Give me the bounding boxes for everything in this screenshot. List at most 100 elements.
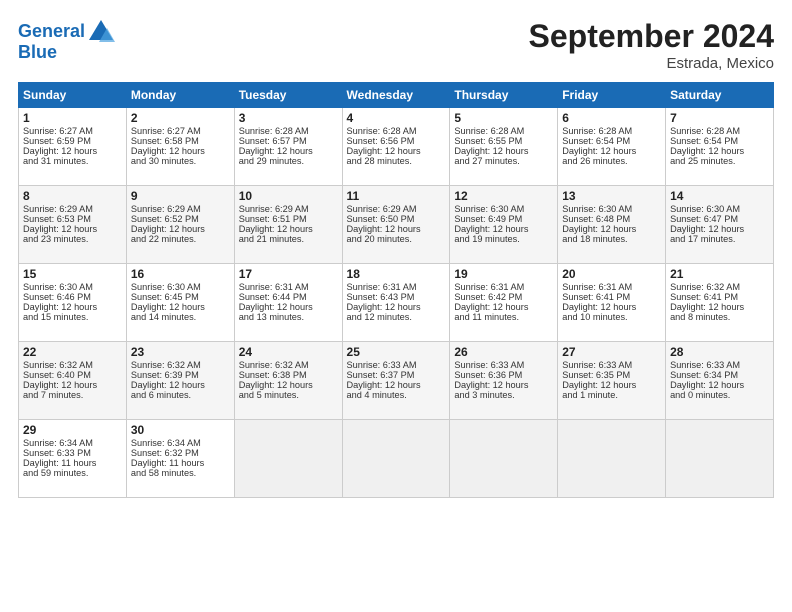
calendar-cell: 14Sunrise: 6:30 AMSunset: 6:47 PMDayligh… bbox=[666, 186, 774, 264]
day-number: 25 bbox=[347, 345, 446, 359]
day-detail: and 17 minutes. bbox=[670, 234, 769, 244]
header: General Blue September 2024 Estrada, Mex… bbox=[18, 18, 774, 72]
day-detail: Sunrise: 6:27 AM bbox=[23, 126, 122, 136]
day-number: 5 bbox=[454, 111, 553, 125]
day-detail: Sunrise: 6:30 AM bbox=[454, 204, 553, 214]
calendar-cell: 12Sunrise: 6:30 AMSunset: 6:49 PMDayligh… bbox=[450, 186, 558, 264]
day-detail: Sunset: 6:47 PM bbox=[670, 214, 769, 224]
day-detail: Daylight: 12 hours bbox=[23, 224, 122, 234]
day-detail: Daylight: 12 hours bbox=[239, 380, 338, 390]
day-number: 20 bbox=[562, 267, 661, 281]
day-detail: Sunrise: 6:32 AM bbox=[670, 282, 769, 292]
day-number: 1 bbox=[23, 111, 122, 125]
day-detail: Daylight: 12 hours bbox=[131, 224, 230, 234]
day-detail: Daylight: 12 hours bbox=[347, 224, 446, 234]
calendar: SundayMondayTuesdayWednesdayThursdayFrid… bbox=[18, 82, 774, 498]
day-detail: and 3 minutes. bbox=[454, 390, 553, 400]
day-detail: and 6 minutes. bbox=[131, 390, 230, 400]
day-number: 23 bbox=[131, 345, 230, 359]
page: General Blue September 2024 Estrada, Mex… bbox=[0, 0, 792, 612]
weekday-header-row: SundayMondayTuesdayWednesdayThursdayFrid… bbox=[19, 83, 774, 108]
day-number: 21 bbox=[670, 267, 769, 281]
calendar-cell: 9Sunrise: 6:29 AMSunset: 6:52 PMDaylight… bbox=[126, 186, 234, 264]
calendar-cell: 24Sunrise: 6:32 AMSunset: 6:38 PMDayligh… bbox=[234, 342, 342, 420]
day-detail: and 19 minutes. bbox=[454, 234, 553, 244]
day-detail: Sunrise: 6:28 AM bbox=[239, 126, 338, 136]
calendar-cell: 27Sunrise: 6:33 AMSunset: 6:35 PMDayligh… bbox=[558, 342, 666, 420]
day-number: 27 bbox=[562, 345, 661, 359]
day-detail: Sunset: 6:41 PM bbox=[670, 292, 769, 302]
calendar-cell bbox=[450, 420, 558, 498]
calendar-cell: 3Sunrise: 6:28 AMSunset: 6:57 PMDaylight… bbox=[234, 108, 342, 186]
calendar-cell: 21Sunrise: 6:32 AMSunset: 6:41 PMDayligh… bbox=[666, 264, 774, 342]
weekday-friday: Friday bbox=[558, 83, 666, 108]
day-detail: Daylight: 12 hours bbox=[347, 380, 446, 390]
day-detail: and 25 minutes. bbox=[670, 156, 769, 166]
day-detail: Sunrise: 6:30 AM bbox=[670, 204, 769, 214]
day-detail: and 10 minutes. bbox=[562, 312, 661, 322]
week-row-1: 1Sunrise: 6:27 AMSunset: 6:59 PM Daylight… bbox=[19, 108, 774, 186]
weekday-saturday: Saturday bbox=[666, 83, 774, 108]
day-detail: Sunset: 6:44 PM bbox=[239, 292, 338, 302]
day-detail: Sunset: 6:37 PM bbox=[347, 370, 446, 380]
day-detail: and 15 minutes. bbox=[23, 312, 122, 322]
calendar-cell: 20Sunrise: 6:31 AMSunset: 6:41 PMDayligh… bbox=[558, 264, 666, 342]
calendar-cell: 26Sunrise: 6:33 AMSunset: 6:36 PMDayligh… bbox=[450, 342, 558, 420]
day-detail: and 59 minutes. bbox=[23, 468, 122, 478]
day-detail: and 22 minutes. bbox=[131, 234, 230, 244]
week-row-2: 8Sunrise: 6:29 AMSunset: 6:53 PMDaylight… bbox=[19, 186, 774, 264]
day-detail: Daylight: 12 hours bbox=[670, 380, 769, 390]
day-detail: Sunrise: 6:33 AM bbox=[670, 360, 769, 370]
day-number: 22 bbox=[23, 345, 122, 359]
day-detail: and 23 minutes. bbox=[23, 234, 122, 244]
day-detail: and 1 minute. bbox=[562, 390, 661, 400]
day-detail: Sunset: 6:52 PM bbox=[131, 214, 230, 224]
day-detail: and 31 minutes. bbox=[23, 156, 122, 166]
day-detail: Sunrise: 6:32 AM bbox=[239, 360, 338, 370]
day-number: 13 bbox=[562, 189, 661, 203]
day-number: 17 bbox=[239, 267, 338, 281]
day-detail: Sunset: 6:51 PM bbox=[239, 214, 338, 224]
day-detail: Sunrise: 6:30 AM bbox=[562, 204, 661, 214]
day-detail: Daylight: 11 hours bbox=[131, 458, 230, 468]
day-detail: and 29 minutes. bbox=[239, 156, 338, 166]
day-number: 29 bbox=[23, 423, 122, 437]
day-detail: Sunrise: 6:28 AM bbox=[454, 126, 553, 136]
day-detail: and 0 minutes. bbox=[670, 390, 769, 400]
day-detail: Daylight: 12 hours bbox=[239, 146, 338, 156]
day-number: 6 bbox=[562, 111, 661, 125]
day-number: 11 bbox=[347, 189, 446, 203]
day-number: 18 bbox=[347, 267, 446, 281]
day-detail: Daylight: 12 hours bbox=[454, 302, 553, 312]
day-detail: Daylight: 12 hours bbox=[347, 302, 446, 312]
day-detail: Sunset: 6:35 PM bbox=[562, 370, 661, 380]
logo: General Blue bbox=[18, 18, 115, 63]
day-detail: and 20 minutes. bbox=[347, 234, 446, 244]
day-detail: Sunset: 6:43 PM bbox=[347, 292, 446, 302]
day-number: 14 bbox=[670, 189, 769, 203]
day-detail: Daylight: 12 hours bbox=[562, 302, 661, 312]
day-detail: Sunset: 6:42 PM bbox=[454, 292, 553, 302]
day-number: 30 bbox=[131, 423, 230, 437]
day-number: 16 bbox=[131, 267, 230, 281]
day-detail: Sunrise: 6:34 AM bbox=[23, 438, 122, 448]
day-detail: Daylight: 12 hours bbox=[239, 302, 338, 312]
day-detail: Daylight: 11 hours bbox=[23, 458, 122, 468]
day-detail: Sunset: 6:40 PM bbox=[23, 370, 122, 380]
day-detail: Sunset: 6:59 PM bbox=[23, 136, 122, 146]
calendar-cell: 29Sunrise: 6:34 AMSunset: 6:33 PMDayligh… bbox=[19, 420, 127, 498]
day-detail: and 7 minutes. bbox=[23, 390, 122, 400]
day-detail: Sunset: 6:55 PM bbox=[454, 136, 553, 146]
calendar-cell: 18Sunrise: 6:31 AMSunset: 6:43 PMDayligh… bbox=[342, 264, 450, 342]
calendar-cell: 4Sunrise: 6:28 AMSunset: 6:56 PMDaylight… bbox=[342, 108, 450, 186]
day-detail: Daylight: 12 hours bbox=[454, 146, 553, 156]
day-detail: Sunrise: 6:28 AM bbox=[670, 126, 769, 136]
calendar-cell: 30Sunrise: 6:34 AMSunset: 6:32 PMDayligh… bbox=[126, 420, 234, 498]
day-number: 3 bbox=[239, 111, 338, 125]
day-detail: Sunrise: 6:32 AM bbox=[23, 360, 122, 370]
calendar-cell bbox=[342, 420, 450, 498]
day-detail: Sunrise: 6:29 AM bbox=[347, 204, 446, 214]
day-number: 9 bbox=[131, 189, 230, 203]
calendar-cell: 1Sunrise: 6:27 AMSunset: 6:59 PMDaylight… bbox=[19, 108, 127, 186]
day-detail: Sunrise: 6:29 AM bbox=[239, 204, 338, 214]
